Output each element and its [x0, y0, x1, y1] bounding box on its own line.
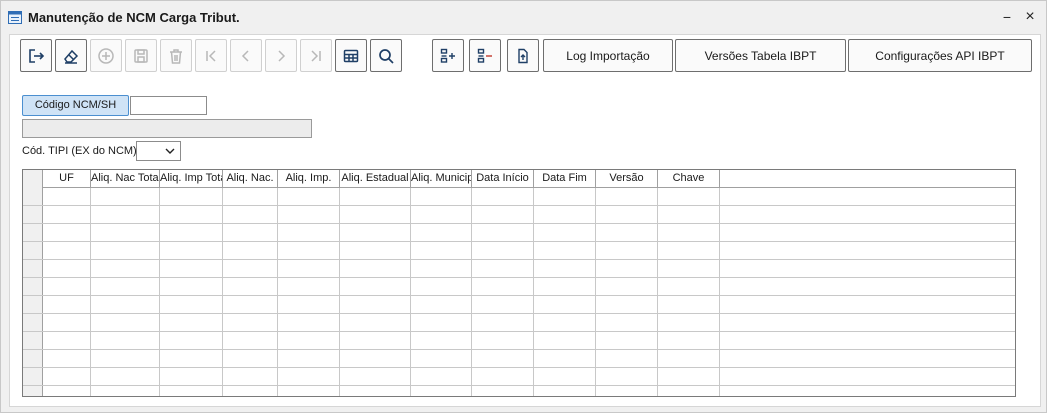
grid-row-line	[23, 385, 1015, 386]
exit-icon	[29, 48, 45, 63]
grid-column-line	[595, 188, 596, 396]
grid-row-line	[23, 277, 1015, 278]
column-header[interactable]: Data Fim	[534, 170, 596, 188]
main-window: Manutenção de NCM Carga Tribut. − × Log …	[0, 0, 1047, 413]
grid-column-line	[339, 188, 340, 396]
grid-column-line	[222, 188, 223, 396]
grid-row-line	[23, 331, 1015, 332]
ncm-description-field	[22, 119, 312, 138]
grid-row-line	[23, 367, 1015, 368]
next-icon	[278, 49, 286, 62]
column-header[interactable]: Aliq. Nac Total	[91, 170, 160, 188]
grid-row-line	[23, 313, 1015, 314]
app-window-icon	[8, 11, 22, 24]
grid-row-line	[23, 223, 1015, 224]
grid-row-line	[23, 205, 1015, 206]
next-button[interactable]	[265, 39, 297, 72]
file-upload-icon	[518, 48, 528, 63]
ncm-code-button[interactable]: Código NCM/SH	[22, 95, 129, 116]
table-icon	[343, 49, 359, 62]
delete-button[interactable]	[160, 39, 192, 72]
grid-column-line	[277, 188, 278, 396]
grid-column-line	[533, 188, 534, 396]
search-icon	[379, 48, 394, 64]
save-icon	[134, 48, 148, 63]
grid-body[interactable]	[23, 188, 1015, 396]
grid-row-line	[23, 259, 1015, 260]
list-add-icon	[440, 48, 455, 63]
list-add-button[interactable]	[432, 39, 464, 72]
grid-column-line	[719, 188, 720, 396]
table-button[interactable]	[335, 39, 367, 72]
trash-icon	[170, 48, 182, 64]
eraser-icon	[64, 49, 79, 64]
window-title: Manutenção de NCM Carga Tribut.	[28, 10, 240, 25]
add-button[interactable]	[90, 39, 122, 72]
tipi-select[interactable]	[136, 141, 181, 161]
ncm-code-input[interactable]	[130, 96, 207, 115]
first-icon	[206, 49, 216, 62]
title-bar: Manutenção de NCM Carga Tribut. − ×	[1, 1, 1046, 34]
plus-circle-icon	[98, 47, 114, 64]
column-header[interactable]: Aliq. Imp.	[278, 170, 340, 188]
clear-button[interactable]	[55, 39, 87, 72]
ibpt-api-config-button[interactable]: Configurações API IBPT	[848, 39, 1032, 72]
grid-header: UF Aliq. Nac Total Aliq. Imp Total Aliq.…	[23, 170, 1015, 188]
save-button[interactable]	[125, 39, 157, 72]
previous-icon	[241, 49, 249, 62]
ncm-tax-grid[interactable]: UF Aliq. Nac Total Aliq. Imp Total Aliq.…	[22, 169, 1016, 397]
row-indicator-column	[23, 188, 43, 396]
previous-button[interactable]	[230, 39, 262, 72]
column-header[interactable]: Aliq. Nac.	[223, 170, 278, 188]
content-panel: Log Importação Versões Tabela IBPT Confi…	[9, 34, 1041, 407]
column-header[interactable]: Versão	[596, 170, 658, 188]
grid-column-line	[657, 188, 658, 396]
tipi-label: Cód. TIPI (EX do NCM)	[22, 145, 137, 157]
minimize-button[interactable]: −	[997, 7, 1017, 27]
grid-row-line	[23, 295, 1015, 296]
first-button[interactable]	[195, 39, 227, 72]
import-file-button[interactable]	[507, 39, 539, 72]
last-icon	[311, 49, 321, 62]
last-button[interactable]	[300, 39, 332, 72]
grid-row-line	[23, 241, 1015, 242]
search-button[interactable]	[370, 39, 402, 72]
column-header[interactable]: Aliq. Municipal	[411, 170, 472, 188]
column-header[interactable]: Aliq. Imp Total	[160, 170, 223, 188]
close-button[interactable]: ×	[1020, 7, 1040, 27]
exit-button[interactable]	[20, 39, 52, 72]
list-remove-button[interactable]	[469, 39, 501, 72]
column-header[interactable]: Aliq. Estadual	[340, 170, 411, 188]
chevron-down-icon	[165, 148, 175, 154]
grid-column-line	[90, 188, 91, 396]
column-header[interactable]: Chave	[658, 170, 720, 188]
grid-column-line	[410, 188, 411, 396]
grid-row-line	[23, 349, 1015, 350]
ibpt-versions-button[interactable]: Versões Tabela IBPT	[675, 39, 846, 72]
column-header[interactable]: UF	[43, 170, 91, 188]
grid-column-line	[471, 188, 472, 396]
grid-column-line	[159, 188, 160, 396]
column-header[interactable]: Data Início	[472, 170, 534, 188]
row-indicator-header	[23, 170, 43, 188]
log-import-button[interactable]: Log Importação	[543, 39, 673, 72]
list-remove-icon	[477, 48, 492, 63]
